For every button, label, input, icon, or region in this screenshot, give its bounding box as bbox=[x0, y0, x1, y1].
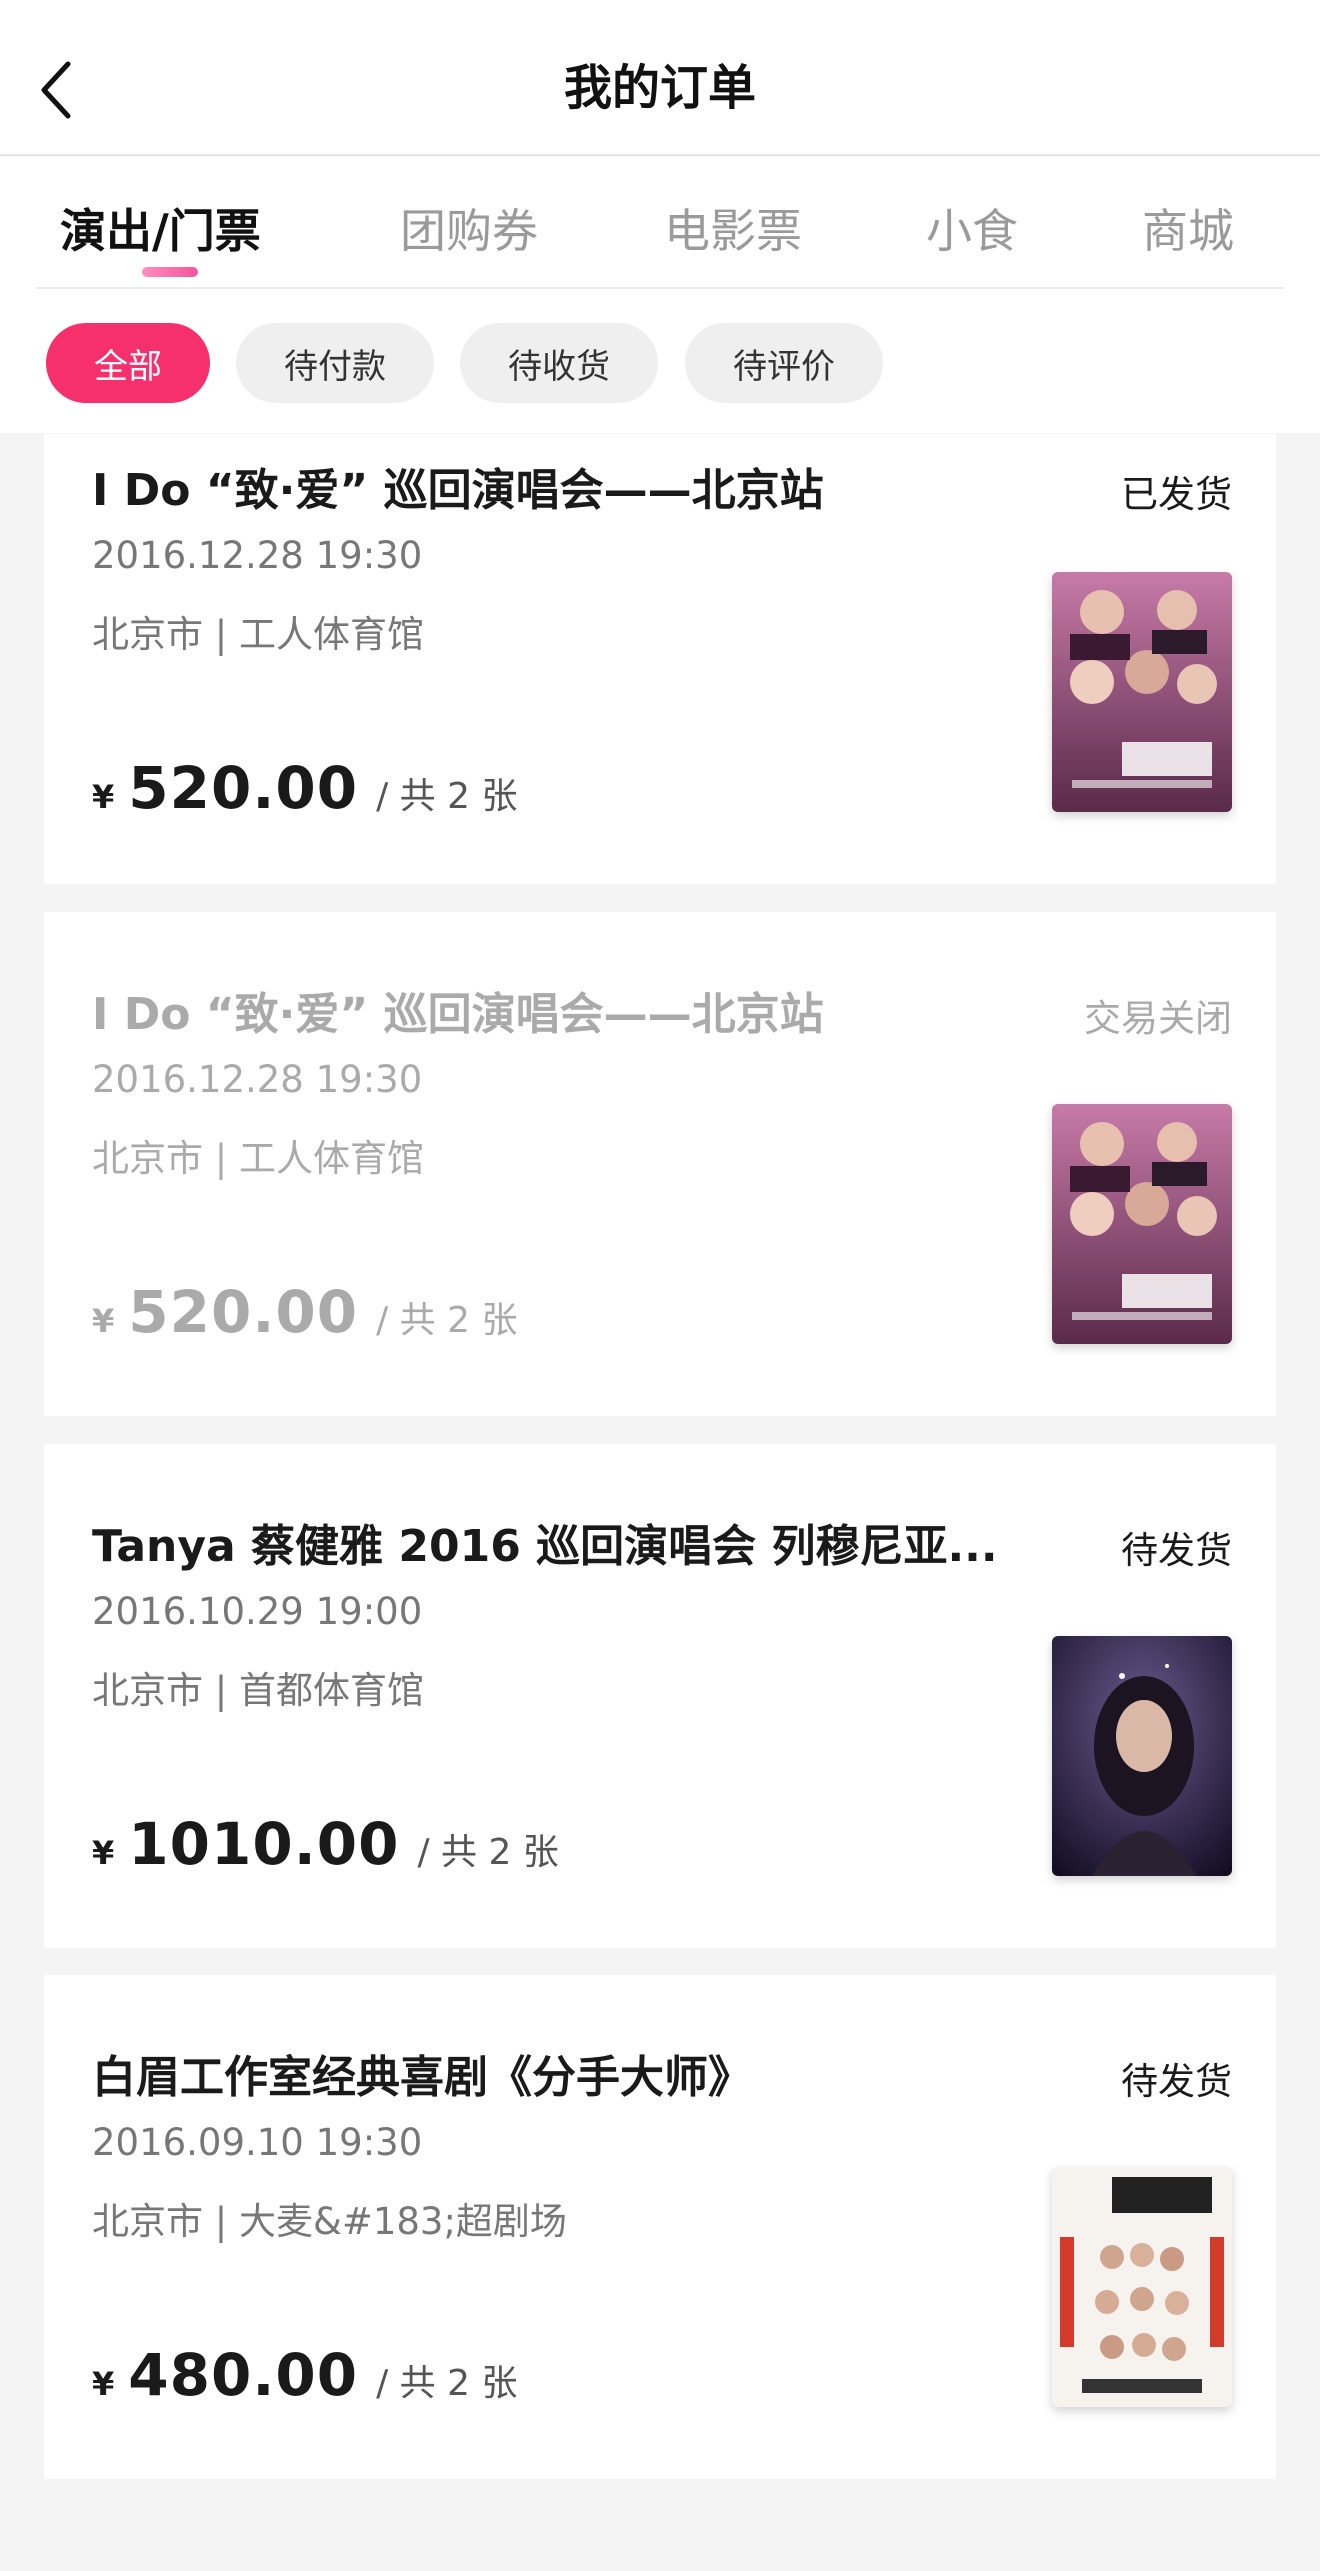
currency-symbol: ¥ bbox=[92, 1834, 115, 1872]
order-datetime: 2016.12.28 19:30 bbox=[92, 1058, 423, 1101]
tab-snacks[interactable]: 小食 bbox=[926, 195, 1018, 261]
concert-poster-image[interactable] bbox=[1052, 572, 1232, 812]
singer-poster-image[interactable] bbox=[1052, 1636, 1232, 1876]
currency-symbol: ¥ bbox=[92, 2365, 115, 2403]
order-card[interactable]: 白眉工作室经典喜剧《分手大师》 待发货 2016.09.10 19:30 北京市… bbox=[44, 1975, 1276, 2479]
filter-pending-review[interactable]: 待评价 bbox=[685, 323, 883, 403]
order-card[interactable]: I Do “致·爱” 巡回演唱会——北京站 交易关闭 2016.12.28 19… bbox=[44, 912, 1276, 1416]
filter-all[interactable]: 全部 bbox=[46, 323, 210, 403]
order-title: 白眉工作室经典喜剧《分手大师》 bbox=[92, 2052, 752, 2103]
concert-poster-image[interactable] bbox=[1052, 1104, 1232, 1344]
page-title: 我的订单 bbox=[563, 60, 756, 116]
category-tabs: 演出/门票 团购券 电影票 小食 商城 bbox=[36, 157, 1284, 289]
order-price-row: ¥ 520.00 / 共 2 张 bbox=[92, 754, 517, 822]
order-quantity: / 共 2 张 bbox=[376, 1300, 518, 1341]
order-datetime: 2016.10.29 19:00 bbox=[92, 1590, 423, 1633]
order-price: 520.00 bbox=[128, 754, 359, 822]
order-quantity: / 共 2 张 bbox=[376, 776, 518, 817]
tab-mall[interactable]: 商城 bbox=[1142, 195, 1234, 261]
tab-shows-tickets[interactable]: 演出/门票 bbox=[60, 195, 261, 261]
active-tab-indicator bbox=[142, 267, 198, 277]
order-venue: 北京市 | 大麦&#183;超剧场 bbox=[92, 2200, 567, 2243]
order-venue: 北京市 | 首都体育馆 bbox=[92, 1669, 424, 1712]
order-card[interactable]: I Do “致·爱” 巡回演唱会——北京站 已发货 2016.12.28 19:… bbox=[44, 434, 1276, 884]
filter-pending-payment[interactable]: 待付款 bbox=[236, 323, 434, 403]
order-price: 520.00 bbox=[128, 1278, 359, 1346]
comedy-poster-image[interactable] bbox=[1052, 2167, 1232, 2407]
order-title: Tanya 蔡健雅 2016 巡回演唱会 列穆尼亚... bbox=[92, 1521, 998, 1572]
order-price-row: ¥ 1010.00 / 共 2 张 bbox=[92, 1810, 559, 1878]
order-price-row: ¥ 480.00 / 共 2 张 bbox=[92, 2341, 517, 2409]
order-venue: 北京市 | 工人体育馆 bbox=[92, 1137, 424, 1180]
order-status: 待发货 bbox=[1121, 2060, 1232, 2103]
currency-symbol: ¥ bbox=[92, 778, 115, 816]
order-status: 已发货 bbox=[1121, 473, 1232, 516]
order-datetime: 2016.09.10 19:30 bbox=[92, 2121, 423, 2164]
order-price: 1010.00 bbox=[128, 1810, 400, 1878]
order-status: 交易关闭 bbox=[1084, 997, 1232, 1040]
tab-group-coupons[interactable]: 团购券 bbox=[400, 195, 538, 261]
tabs-panel: 演出/门票 团购券 电影票 小食 商城 全部 待付款 待收货 待评价 bbox=[0, 157, 1320, 433]
order-quantity: / 共 2 张 bbox=[417, 1832, 559, 1873]
order-card[interactable]: Tanya 蔡健雅 2016 巡回演唱会 列穆尼亚... 待发货 2016.10… bbox=[44, 1444, 1276, 1948]
tab-movie-tickets[interactable]: 电影票 bbox=[664, 195, 802, 261]
order-price: 480.00 bbox=[128, 2341, 359, 2409]
order-datetime: 2016.12.28 19:30 bbox=[92, 534, 423, 577]
order-price-row: ¥ 520.00 / 共 2 张 bbox=[92, 1278, 517, 1346]
order-venue: 北京市 | 工人体育馆 bbox=[92, 613, 424, 656]
filter-pending-receipt[interactable]: 待收货 bbox=[460, 323, 658, 403]
order-status: 待发货 bbox=[1121, 1529, 1232, 1572]
order-title: I Do “致·爱” 巡回演唱会——北京站 bbox=[92, 989, 824, 1040]
currency-symbol: ¥ bbox=[92, 1302, 115, 1340]
order-quantity: / 共 2 张 bbox=[376, 2363, 518, 2404]
order-title: I Do “致·爱” 巡回演唱会——北京站 bbox=[92, 465, 824, 516]
top-navigation-bar: 我的订单 bbox=[0, 0, 1320, 156]
